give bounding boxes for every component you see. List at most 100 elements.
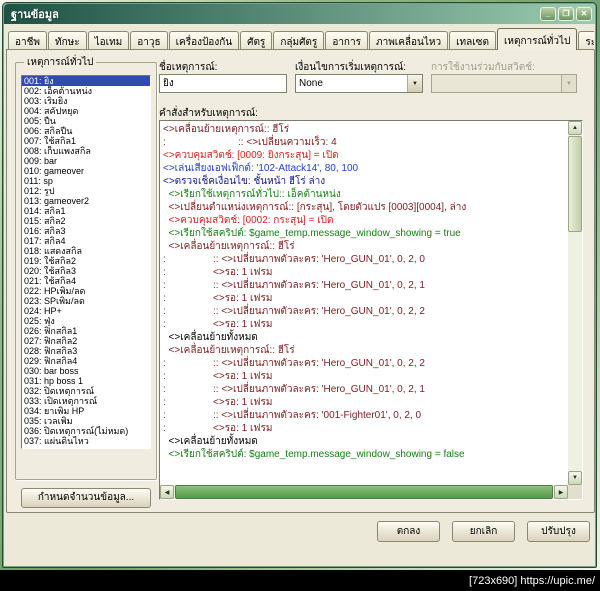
- maximize-button[interactable]: ❐: [558, 7, 574, 21]
- scroll-up-button[interactable]: ▲: [568, 121, 582, 135]
- horizontal-scrollbar-thumb[interactable]: [175, 485, 553, 499]
- tab-8[interactable]: ภาพเคลื่อนไหว: [368, 31, 449, 50]
- common-event-list-item[interactable]: 029: ฟิกสกิล4: [22, 356, 150, 366]
- command-line[interactable]: <>ตรวจเช็คเงื่อนไข: ชั้นหน้า ฮีโร่ ล่าง: [163, 175, 567, 188]
- database-tab-strip: อาชีพ ทักษะ ไอเทม อาวุธ เครื่องป้องกัน ศัตรูก…: [8, 28, 594, 50]
- command-line[interactable]: : :: <>เปลี่ยนภาพตัวละคร: 'Hero_GUN_01',…: [163, 279, 567, 292]
- scroll-down-button[interactable]: ▼: [568, 471, 582, 485]
- apply-button[interactable]: ปรับปรุง: [527, 521, 590, 542]
- common-event-list-item[interactable]: 027: ฟิกสกิล2: [22, 336, 150, 346]
- common-event-list-item[interactable]: 012: รูป: [22, 186, 150, 196]
- vertical-scrollbar-thumb[interactable]: [568, 136, 582, 232]
- vertical-scrollbar[interactable]: ▲ ▼: [568, 121, 582, 485]
- tab-1[interactable]: ทักษะ: [48, 31, 87, 50]
- command-line[interactable]: : :: <>เปลี่ยนภาพตัวละคร: '001-Fighter01…: [163, 409, 567, 422]
- common-event-list-item[interactable]: 010: gameover: [22, 166, 150, 176]
- tab-5[interactable]: ศัตรู: [240, 31, 273, 50]
- tab-11[interactable]: ระบบ: [578, 31, 594, 50]
- scroll-left-button[interactable]: ◀: [160, 485, 174, 499]
- condition-switch-label: การใช้งานร่วมกับสวิตช์:: [431, 62, 535, 73]
- common-event-list-item[interactable]: 005: ปืน: [22, 116, 150, 126]
- common-event-list-item[interactable]: 009: bar: [22, 156, 150, 166]
- tab-6[interactable]: กลุ่มศัตรู: [273, 31, 325, 50]
- tab-4[interactable]: เครื่องป้องกัน: [168, 31, 240, 50]
- tab-2[interactable]: ไอเทม: [87, 31, 130, 50]
- common-event-list-item[interactable]: 007: ใช้สกิล1: [22, 136, 150, 146]
- common-event-list-item[interactable]: 022: HPเพิ่ม/ลด: [22, 286, 150, 296]
- common-event-list-item[interactable]: 018: แสดงสกิล: [22, 246, 150, 256]
- common-event-list-item[interactable]: 019: ใช้สกิล2: [22, 256, 150, 266]
- common-event-list-item[interactable]: 033: เปิดเหตุการณ์: [22, 396, 150, 406]
- command-line[interactable]: <>เคลื่อนย้ายเหตุการณ์:: ฮีโร่: [163, 123, 567, 136]
- command-line[interactable]: : :: <>เปลี่ยนภาพตัวละคร: 'Hero_GUN_01',…: [163, 357, 567, 370]
- common-event-list-item[interactable]: 034: ยาเพิ่ม HP: [22, 406, 150, 416]
- common-event-list-item[interactable]: 014: สกิล1: [22, 206, 150, 216]
- common-event-list-item[interactable]: 026: ฟิกสกิล1: [22, 326, 150, 336]
- ok-button[interactable]: ตกลง: [377, 521, 440, 542]
- tab-10[interactable]: เหตุการณ์ทั่วไป: [496, 28, 578, 50]
- cancel-button[interactable]: ยกเลิก: [452, 521, 515, 542]
- common-event-list-item[interactable]: 006: สกิลปืน: [22, 126, 150, 136]
- common-event-list-item[interactable]: 032: ปิดเหตุการณ์: [22, 386, 150, 396]
- common-event-list-item[interactable]: 003: เริ่มยิง: [22, 96, 150, 106]
- close-button[interactable]: ✕: [576, 7, 592, 21]
- tab-7[interactable]: อาการ: [325, 31, 368, 50]
- common-event-list-item[interactable]: 021: ใช้สกิล4: [22, 276, 150, 286]
- window-titlebar[interactable]: ฐานข้อมูล _ ❐ ✕: [4, 4, 595, 24]
- command-line[interactable]: <>เล่นเสียงเอฟเฟ็กต์: '102-Attack14', 80…: [163, 162, 567, 175]
- common-event-list-item[interactable]: 035: เวลเพิ่ม: [22, 416, 150, 426]
- common-event-list-item[interactable]: 028: ฟิกสกิล3: [22, 346, 150, 356]
- common-event-list-item[interactable]: 024: HP+: [22, 306, 150, 316]
- horizontal-scrollbar[interactable]: ◀ ▶: [160, 485, 568, 499]
- command-line[interactable]: : :: <>เปลี่ยนภาพตัวละคร: 'Hero_GUN_01',…: [163, 305, 567, 318]
- common-event-list-item[interactable]: 017: สกิล4: [22, 236, 150, 246]
- trigger-dropdown-button[interactable]: ▼: [407, 75, 422, 92]
- common-event-list-item[interactable]: 023: SPเพิ่ม/ลด: [22, 296, 150, 306]
- command-line[interactable]: : :: <>เปลี่ยนภาพตัวละคร: 'Hero_GUN_01',…: [163, 383, 567, 396]
- command-line[interactable]: : <>รอ: 1 เฟรม: [163, 318, 567, 331]
- common-event-list-item[interactable]: 008: เก็บแพงสกิล: [22, 146, 150, 156]
- common-event-list-item[interactable]: 036: ปิดเหตุการณ์(ไม่หมด): [22, 426, 150, 436]
- common-event-list-item[interactable]: 030: bar boss: [22, 366, 150, 376]
- common-event-list-item[interactable]: 002: เอ็คต้านหน่ง: [22, 86, 150, 96]
- command-line[interactable]: : <>รอ: 1 เฟรม: [163, 422, 567, 435]
- command-line[interactable]: <>เคลื่อนย้ายทั้งหมด: [163, 435, 567, 448]
- common-event-list-item[interactable]: 015: สกิล2: [22, 216, 150, 226]
- command-line[interactable]: <>เคลื่อนย้ายทั้งหมด: [163, 331, 567, 344]
- command-line[interactable]: : <>รอ: 1 เฟรม: [163, 370, 567, 383]
- command-line[interactable]: : <>รอ: 1 เฟรม: [163, 266, 567, 279]
- condition-switch-dropdown-button: ▼: [561, 75, 576, 92]
- scroll-right-button[interactable]: ▶: [554, 485, 568, 499]
- command-line[interactable]: <>เปลี่ยนตำแหน่งเหตุการณ์:: [กระสุน], โด…: [163, 201, 567, 214]
- event-name-input[interactable]: [159, 74, 287, 93]
- scroll-down-icon: ▼: [572, 475, 578, 481]
- common-event-list-item[interactable]: 020: ใช้สกิล3: [22, 266, 150, 276]
- command-line[interactable]: <>เรียกใช้เหตุการณ์ทั่วไป:: เอ็คต้านหน่ง: [163, 188, 567, 201]
- common-event-list-item[interactable]: 004: สคัปหยุด: [22, 106, 150, 116]
- command-line[interactable]: <>เคลื่อนย้ายเหตุการณ์:: ฮีโร่: [163, 240, 567, 253]
- command-line[interactable]: <>เรียกใช้สคริปต์: $game_temp.message_wi…: [163, 448, 567, 461]
- trigger-select[interactable]: None ▼: [295, 74, 423, 93]
- common-event-list-item[interactable]: 025: ฟุ่ง: [22, 316, 150, 326]
- command-line[interactable]: <>ควบคุมสวิตช์: [0009: ยิงกระสุน] = เปิด: [163, 149, 567, 162]
- common-event-list-item[interactable]: 011: sp: [22, 176, 150, 186]
- command-list[interactable]: <>เคลื่อนย้ายเหตุการณ์:: ฮีโร่: :: <>เปล…: [161, 122, 567, 484]
- command-line[interactable]: : :: <>เปลี่ยนความเร็ว: 4: [163, 136, 567, 149]
- common-event-list-item[interactable]: 037: แผ่นดินไหว: [22, 436, 150, 446]
- command-line[interactable]: <>เรียกใช้สคริปต์: $game_temp.message_wi…: [163, 227, 567, 240]
- common-event-list[interactable]: 001: ยิง 002: เอ็คต้านหน่ง 003: เริ่มยิง 00…: [21, 75, 151, 449]
- change-maximum-button[interactable]: กำหนดจำนวนข้อมูล...: [21, 488, 151, 508]
- command-line[interactable]: : <>รอ: 1 เฟรม: [163, 396, 567, 409]
- common-event-list-item[interactable]: 031: hp boss 1: [22, 376, 150, 386]
- common-event-list-item[interactable]: 016: สกิล3: [22, 226, 150, 236]
- tab-0[interactable]: อาชีพ: [8, 31, 47, 50]
- common-event-list-item[interactable]: 001: ยิง: [22, 76, 150, 86]
- minimize-button[interactable]: _: [540, 7, 556, 21]
- common-event-list-item[interactable]: 013: gameover2: [22, 196, 150, 206]
- command-line[interactable]: <>เคลื่อนย้ายเหตุการณ์:: ฮีโร่: [163, 344, 567, 357]
- command-line[interactable]: <>ควบคุมสวิตช์: [0002: กระสุน] = เปิด: [163, 214, 567, 227]
- command-line[interactable]: : :: <>เปลี่ยนภาพตัวละคร: 'Hero_GUN_01',…: [163, 253, 567, 266]
- tab-9[interactable]: เทลเซต: [449, 31, 496, 50]
- tab-3[interactable]: อาวุธ: [130, 31, 168, 50]
- command-line[interactable]: : <>รอ: 1 เฟรม: [163, 292, 567, 305]
